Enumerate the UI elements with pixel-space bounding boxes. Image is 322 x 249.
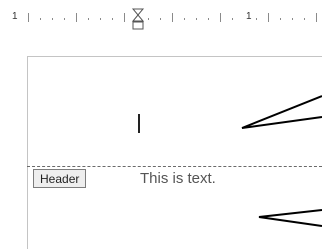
- lower-callout-line: [258, 209, 322, 227]
- upper-callout-line: [241, 95, 322, 129]
- callout-arrows: [241, 95, 322, 227]
